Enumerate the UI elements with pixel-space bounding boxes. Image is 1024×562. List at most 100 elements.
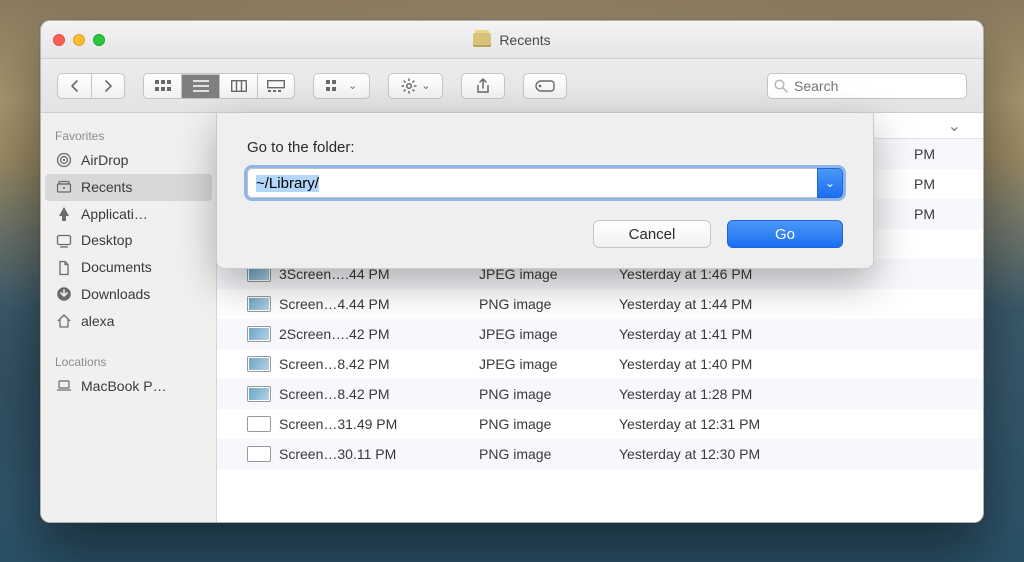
gear-icon [401, 78, 417, 94]
file-name: Screen…8.42 PM [279, 386, 479, 402]
proxy-icon[interactable] [473, 33, 491, 47]
table-row[interactable]: 2Screen….42 PMJPEG imageYesterday at 1:4… [217, 319, 983, 349]
file-date: Yesterday at 12:30 PM [619, 446, 983, 462]
folder-path-input[interactable] [247, 168, 817, 198]
sidebar-item-documents[interactable]: Documents [41, 254, 216, 281]
file-date: Yesterday at 1:41 PM [619, 326, 983, 342]
sidebar-item-label: Downloads [81, 286, 150, 303]
file-name: Screen…4.44 PM [279, 296, 479, 312]
sidebar-item-label: Desktop [81, 232, 132, 249]
file-kind: PNG image [479, 416, 619, 432]
tag-icon [535, 80, 555, 92]
list-view-button[interactable] [181, 73, 219, 99]
sidebar-heading-locations: Locations [41, 347, 216, 373]
view-switcher [143, 73, 295, 99]
gallery-view-button[interactable] [257, 73, 295, 99]
sidebar-item-downloads[interactable]: Downloads [41, 281, 216, 308]
share-button[interactable] [461, 73, 505, 99]
sidebar-item-airdrop[interactable]: AirDrop [41, 147, 216, 174]
sidebar-item-label: alexa [81, 313, 114, 330]
chevron-down-icon: ⌄ [421, 79, 430, 92]
table-row[interactable]: Screen…8.42 PMPNG imageYesterday at 1:28… [217, 379, 983, 409]
sidebar-item-label: Applicati… [81, 206, 148, 223]
back-button[interactable] [57, 73, 91, 99]
window-title: Recents [499, 32, 550, 48]
file-thumbnail [247, 386, 271, 402]
file-name: Screen…8.42 PM [279, 356, 479, 372]
cancel-button[interactable]: Cancel [593, 220, 711, 248]
file-thumbnail [247, 296, 271, 312]
icon-view-button[interactable] [143, 73, 181, 99]
table-row[interactable]: Screen…30.11 PMPNG imageYesterday at 12:… [217, 439, 983, 469]
airdrop-icon [55, 152, 73, 168]
group-by-button[interactable]: ⌄ [313, 73, 370, 99]
file-kind: PNG image [479, 296, 619, 312]
chevron-down-icon: ⌄ [948, 116, 961, 136]
search-input[interactable] [794, 78, 960, 94]
table-row[interactable]: Screen…8.42 PMJPEG imageYesterday at 1:4… [217, 349, 983, 379]
columns-icon [231, 80, 247, 92]
gallery-icon [267, 80, 285, 92]
search-field[interactable] [767, 73, 967, 99]
desktop-icon [55, 233, 73, 249]
file-name: Screen…30.11 PM [279, 446, 479, 462]
forward-button[interactable] [91, 73, 125, 99]
titlebar: Recents [41, 21, 983, 59]
file-thumbnail [247, 446, 271, 462]
chevron-down-icon: ⌄ [348, 79, 357, 92]
zoom-button[interactable] [93, 34, 105, 46]
file-thumbnail [247, 356, 271, 372]
group-icon [326, 80, 344, 92]
file-date: Yesterday at 1:44 PM [619, 296, 983, 312]
go-to-folder-sheet: Go to the folder: ⌄ Cancel Go [216, 113, 874, 269]
downloads-icon [55, 286, 73, 302]
sidebar-item-label: AirDrop [81, 152, 128, 169]
go-button[interactable]: Go [727, 220, 843, 248]
chevron-right-icon [104, 80, 113, 92]
file-name: Screen…31.49 PM [279, 416, 479, 432]
applications-icon [55, 206, 73, 222]
file-kind: PNG image [479, 446, 619, 462]
file-kind: PNG image [479, 386, 619, 402]
sidebar-item-home[interactable]: alexa [41, 308, 216, 335]
close-button[interactable] [53, 34, 65, 46]
chevron-left-icon [70, 80, 79, 92]
table-row[interactable]: Screen…4.44 PMPNG imageYesterday at 1:44… [217, 289, 983, 319]
table-row[interactable]: Screen…31.49 PMPNG imageYesterday at 12:… [217, 409, 983, 439]
search-icon [774, 79, 788, 93]
file-kind: JPEG image [479, 326, 619, 342]
minimize-button[interactable] [73, 34, 85, 46]
action-button[interactable]: ⌄ [388, 73, 443, 99]
sidebar-item-applications[interactable]: Applicati… [41, 201, 216, 228]
sidebar-item-label: MacBook P… [81, 378, 167, 395]
file-date: Yesterday at 12:31 PM [619, 416, 983, 432]
home-icon [55, 313, 73, 329]
sidebar-item-recents[interactable]: Recents [45, 174, 212, 201]
grid-icon [155, 80, 171, 92]
file-date: Yesterday at 1:28 PM [619, 386, 983, 402]
sheet-label: Go to the folder: [247, 139, 843, 156]
file-date: Yesterday at 1:40 PM [619, 356, 983, 372]
documents-icon [55, 260, 73, 276]
sidebar: Favorites AirDrop Recents Applicati… Des… [41, 113, 217, 522]
column-view-button[interactable] [219, 73, 257, 99]
history-dropdown-button[interactable]: ⌄ [817, 168, 843, 198]
list-icon [193, 80, 209, 92]
file-kind: JPEG image [479, 356, 619, 372]
folder-path-combo: ⌄ [247, 168, 843, 198]
file-name: 2Screen….42 PM [279, 326, 479, 342]
sidebar-heading-favorites: Favorites [41, 121, 216, 147]
sidebar-item-desktop[interactable]: Desktop [41, 227, 216, 254]
sidebar-item-label: Documents [81, 259, 152, 276]
recents-icon [55, 179, 73, 195]
share-icon [476, 78, 490, 94]
toolbar: ⌄ ⌄ [41, 59, 983, 113]
file-thumbnail [247, 416, 271, 432]
sidebar-item-label: Recents [81, 179, 132, 196]
laptop-icon [55, 378, 73, 394]
sidebar-item-macbook[interactable]: MacBook P… [41, 373, 216, 400]
file-thumbnail [247, 326, 271, 342]
tags-button[interactable] [523, 73, 567, 99]
window-controls [53, 34, 105, 46]
chevron-down-icon: ⌄ [825, 176, 835, 190]
